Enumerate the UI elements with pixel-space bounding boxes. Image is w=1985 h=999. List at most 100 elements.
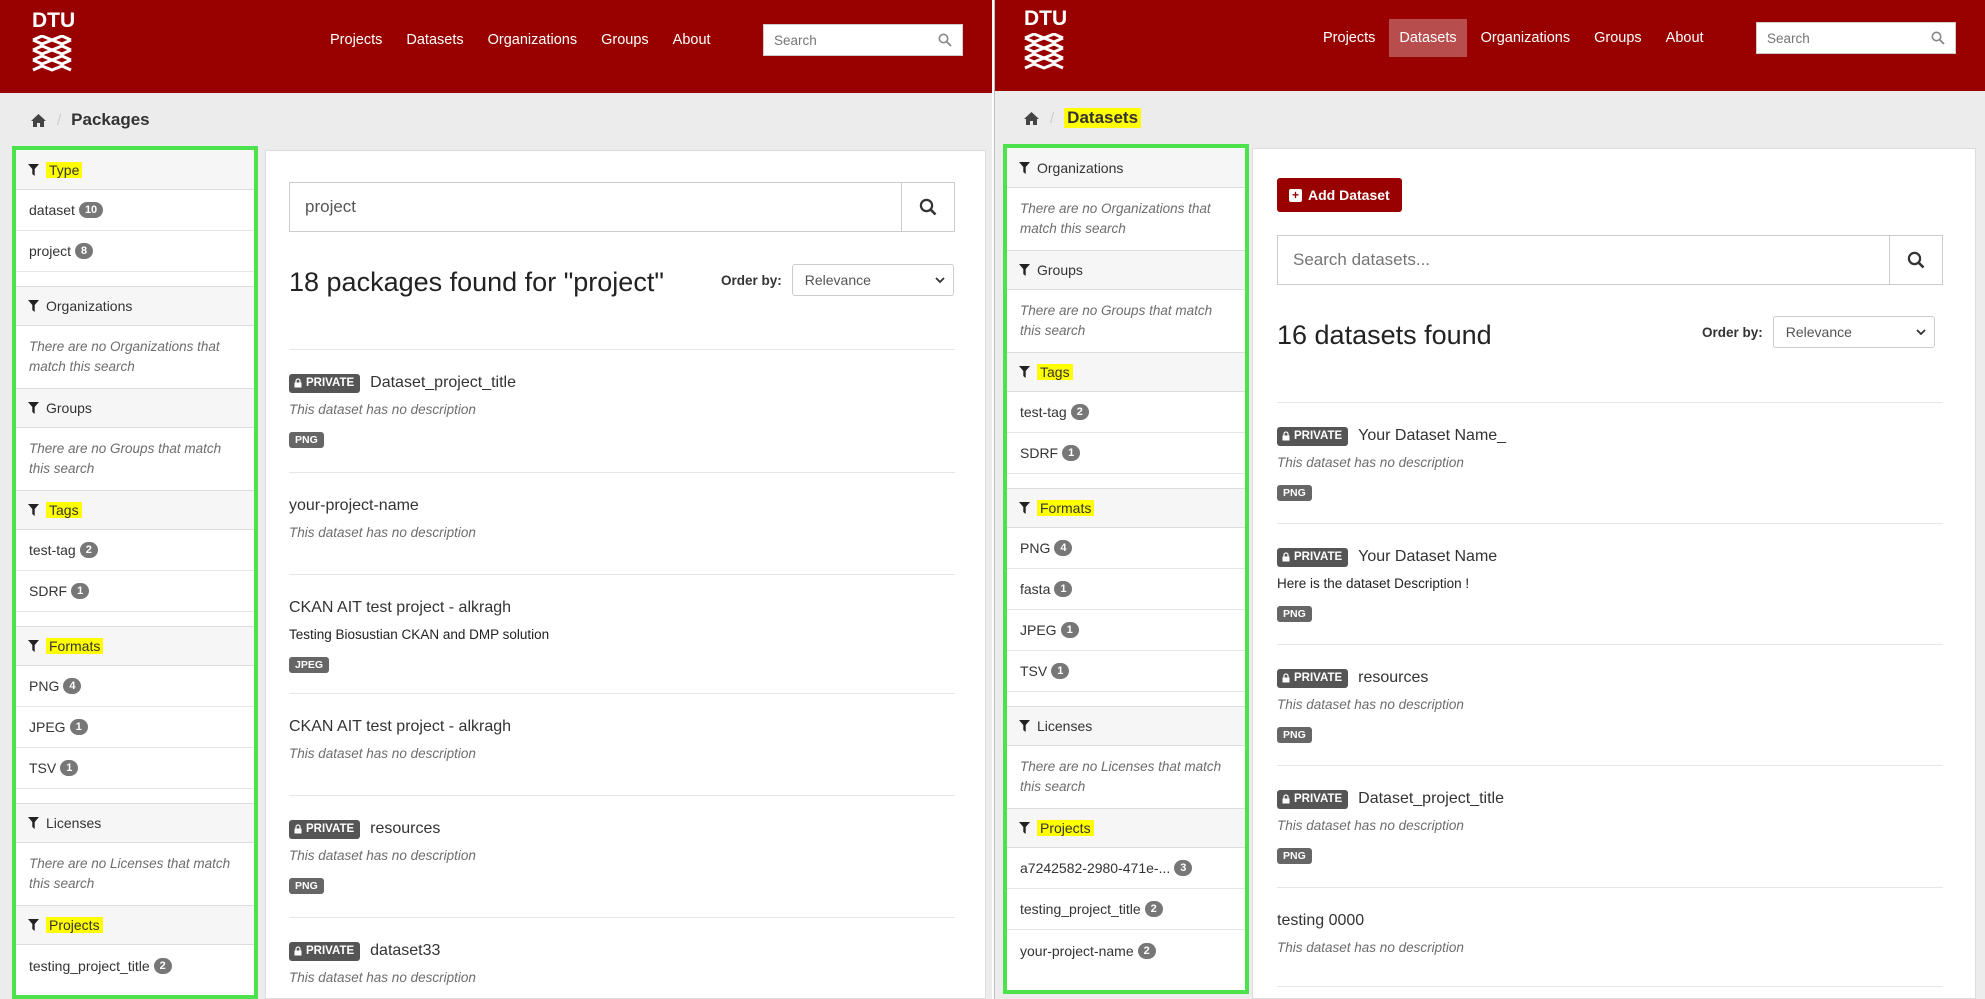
package-search-input[interactable] — [290, 183, 901, 231]
result-title-link[interactable]: dataset33 — [370, 942, 440, 960]
result-count-title: 16 datasets found — [1277, 320, 1492, 350]
count-badge: 2 — [1070, 404, 1089, 420]
breadcrumb-separator: / — [1050, 109, 1055, 127]
order-by-select[interactable]: Relevance — [791, 264, 954, 296]
search-submit-button[interactable] — [901, 183, 954, 231]
nav-organizations[interactable]: Organizations — [1471, 19, 1580, 57]
format-label[interactable]: PNG — [1277, 606, 1312, 622]
nav-about[interactable]: About — [1656, 19, 1714, 57]
order-by-select[interactable]: Relevance — [1772, 316, 1935, 348]
search-icon[interactable] — [1931, 31, 1945, 45]
facet-item-format[interactable]: TSV 1 — [16, 748, 254, 789]
facet-spacer — [1007, 692, 1245, 706]
add-dataset-button[interactable]: + Add Dataset — [1277, 178, 1402, 212]
count-badge: 2 — [79, 542, 98, 558]
result-title-row: CKAN AIT test project - alkragh — [289, 716, 955, 738]
count-badge: 1 — [71, 583, 90, 599]
result-title-link[interactable]: CKAN AIT test project - alkragh — [289, 599, 511, 617]
count-badge: 1 — [69, 719, 88, 735]
facet-item-format[interactable]: JPEG 1 — [16, 707, 254, 748]
result-item: PRIVATE resources This dataset has no de… — [289, 795, 955, 917]
nav-projects[interactable]: Projects — [1313, 19, 1385, 57]
result-title-link[interactable]: your-project-name — [289, 497, 419, 515]
result-title-link[interactable]: CKAN AIT test project - alkragh — [289, 718, 511, 736]
nav-about[interactable]: About — [663, 21, 721, 59]
result-title-link[interactable]: Dataset_project_title — [1358, 790, 1504, 808]
dataset-search-input[interactable] — [1278, 236, 1889, 284]
format-label[interactable]: PNG — [1277, 727, 1312, 743]
facet-heading-groups: Groups — [16, 388, 254, 428]
nav-datasets[interactable]: Datasets — [1389, 19, 1467, 57]
format-label[interactable]: PNG — [1277, 485, 1312, 501]
nav-groups[interactable]: Groups — [1584, 19, 1652, 57]
logo-text: DTU — [1024, 7, 1068, 30]
facet-item-format[interactable]: TSV 1 — [1007, 651, 1245, 692]
result-title-link[interactable]: Your Dataset Name_ — [1358, 427, 1506, 445]
result-title-link[interactable]: resources — [370, 820, 440, 838]
facet-item-tag[interactable]: SDRF 1 — [1007, 433, 1245, 474]
site-search-input[interactable] — [1757, 23, 1917, 53]
filter-icon — [28, 300, 39, 312]
lock-icon — [294, 378, 302, 388]
result-list: PRIVATE Dataset_project_title This datas… — [289, 349, 955, 998]
filter-icon — [1019, 366, 1030, 378]
facet-item-project-name[interactable]: a7242582-2980-471e-... 3 — [1007, 848, 1245, 889]
facet-empty-message: There are no Groups that match this sear… — [29, 441, 222, 476]
format-label[interactable]: JPEG — [289, 657, 330, 673]
result-title-link[interactable]: resources — [1358, 669, 1428, 687]
site-search — [1756, 22, 1956, 54]
result-count-title: 18 packages found for "project" — [289, 267, 664, 297]
masthead: DTU Projects Datasets Organizations Grou… — [995, 0, 1985, 91]
dtu-logo[interactable]: DTU — [1024, 8, 1068, 70]
result-title-link[interactable]: Your Dataset Name — [1358, 548, 1497, 566]
search-icon[interactable] — [938, 33, 952, 47]
facet-item-project[interactable]: project 8 — [16, 231, 254, 272]
facet-item-tag[interactable]: SDRF 1 — [16, 571, 254, 612]
result-title-link[interactable]: Dataset_project_title — [370, 374, 516, 392]
facet-item-tag[interactable]: test-tag 2 — [1007, 392, 1245, 433]
nav-projects[interactable]: Projects — [320, 21, 392, 59]
home-icon[interactable] — [1023, 111, 1040, 126]
result-title-link[interactable]: testing 0000 — [1277, 912, 1364, 930]
search-icon — [1907, 251, 1925, 269]
facet-item-project-name[interactable]: your-project-name 2 — [1007, 930, 1245, 971]
filter-icon — [28, 402, 39, 414]
order-by-label: Order by: — [1702, 324, 1763, 340]
facet-item-tag[interactable]: test-tag 2 — [16, 530, 254, 571]
facet-heading-formats: Formats — [1007, 488, 1245, 528]
result-title-row: PRIVATE Your Dataset Name_ — [1277, 425, 1943, 447]
order-by-label: Order by: — [721, 272, 782, 288]
home-icon[interactable] — [30, 113, 47, 128]
result-description: This dataset has no description — [289, 402, 476, 417]
nav-groups[interactable]: Groups — [591, 21, 659, 59]
facet-item-format[interactable]: JPEG 1 — [1007, 610, 1245, 651]
format-label[interactable]: PNG — [289, 878, 324, 894]
nav-organizations[interactable]: Organizations — [478, 21, 587, 59]
count-badge: 2 — [1137, 942, 1156, 959]
facet-item-format[interactable]: PNG 4 — [16, 666, 254, 707]
nav-datasets[interactable]: Datasets — [396, 21, 473, 59]
main-content: 18 packages found for "project" Order by… — [265, 150, 986, 999]
facet-item-format[interactable]: fasta 1 — [1007, 569, 1245, 610]
breadcrumb-current: Packages — [71, 110, 150, 129]
result-description: Testing Biosustian CKAN and DMP solution — [289, 627, 550, 642]
facet-item-format[interactable]: PNG 4 — [1007, 528, 1245, 569]
facet-item-project-name[interactable]: testing_project_title 2 — [1007, 889, 1245, 930]
facet-spacer — [16, 612, 254, 626]
format-label[interactable]: PNG — [289, 432, 324, 448]
search-submit-button[interactable] — [1889, 236, 1942, 284]
dtu-logo[interactable]: DTU — [32, 10, 76, 72]
facet-item-label: TSV — [1020, 663, 1048, 679]
result-title-row: PRIVATE Dataset_project_title — [289, 372, 955, 394]
facet-item-label: fasta — [1020, 581, 1051, 597]
facet-title: Formats — [46, 638, 104, 654]
facet-title: Type — [46, 161, 83, 178]
breadcrumb: / Datasets — [1023, 108, 1142, 128]
lock-icon — [1282, 431, 1290, 441]
result-description: This dataset has no description — [289, 848, 476, 863]
result-description: This dataset has no description — [1277, 818, 1464, 833]
facet-item-project-name[interactable]: testing_project_title 2 — [16, 945, 254, 986]
format-label[interactable]: PNG — [1277, 848, 1312, 864]
site-search-input[interactable] — [764, 25, 924, 55]
facet-item-dataset[interactable]: dataset 10 — [16, 190, 254, 231]
